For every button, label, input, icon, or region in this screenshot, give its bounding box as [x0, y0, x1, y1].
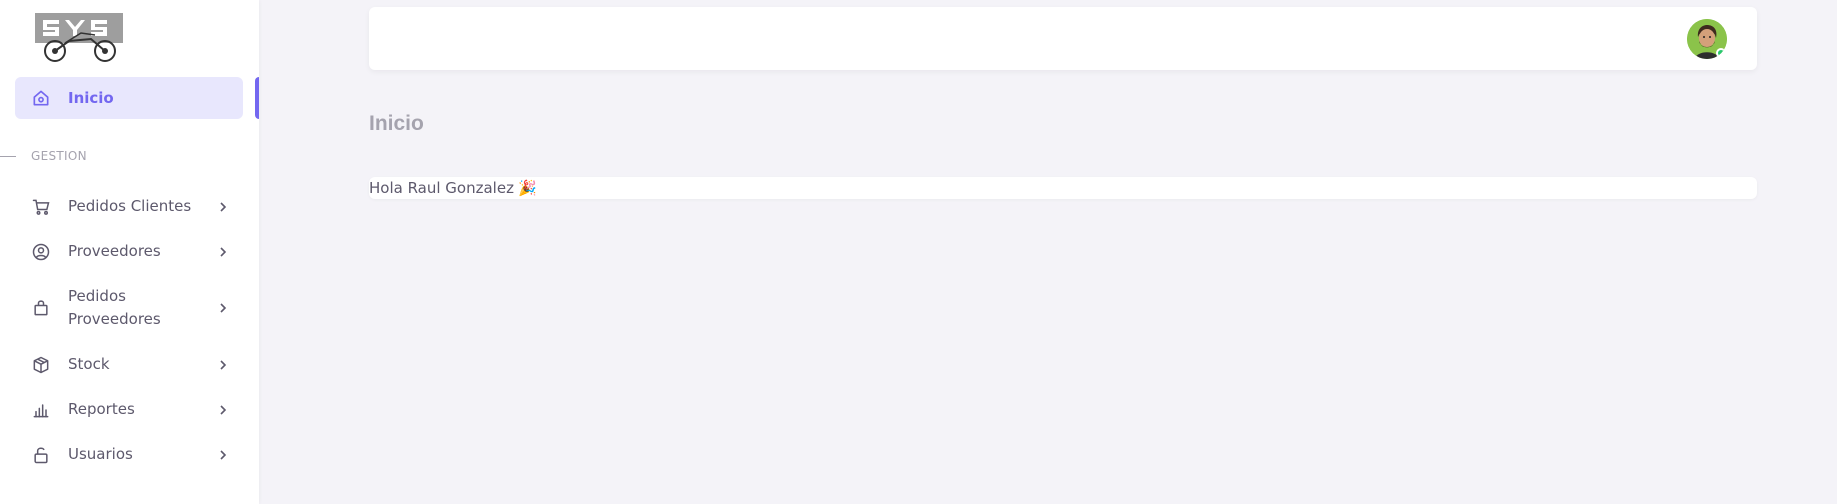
sidebar-item-inicio[interactable]: Inicio: [15, 77, 243, 119]
chevron-right-icon: [215, 447, 231, 463]
bar-chart-icon: [30, 399, 52, 421]
sidebar-item-label: Inicio: [68, 88, 114, 107]
sidebar-item-proveedores[interactable]: Proveedores: [15, 240, 243, 263]
top-navbar: [369, 7, 1757, 70]
section-divider: [0, 155, 16, 157]
lock-open-icon: [30, 444, 52, 466]
active-indicator: [255, 77, 259, 119]
greeting-text: Hola Raul Gonzalez: [369, 179, 514, 197]
sidebar-item-label: Stock: [68, 355, 110, 373]
section-label: GESTION: [31, 149, 87, 163]
chevron-right-icon: [215, 357, 231, 373]
sidebar-item-stock[interactable]: Stock: [15, 353, 243, 376]
party-popper-icon: 🎉: [517, 179, 537, 197]
box-icon: [30, 354, 52, 376]
user-circle-icon: [30, 241, 52, 263]
sidebar-item-pedidos-proveedores[interactable]: Pedidos Proveedores: [15, 285, 243, 331]
user-avatar[interactable]: [1687, 19, 1727, 59]
home-icon: [30, 87, 52, 109]
sidebar-item-reportes[interactable]: Reportes: [15, 398, 243, 421]
cart-icon: [30, 196, 52, 218]
sidebar-item-usuarios[interactable]: Usuarios: [15, 443, 243, 466]
sidebar-item-label: Proveedores: [68, 242, 161, 260]
greeting-card: Hola Raul Gonzalez 🎉: [369, 177, 1757, 199]
shopping-bag-icon: [30, 297, 52, 319]
sidebar-item-label: Usuarios: [68, 445, 133, 463]
chevron-right-icon: [215, 300, 231, 316]
chevron-right-icon: [215, 199, 231, 215]
online-status-dot: [1716, 48, 1726, 58]
sidebar-item-pedidos-clientes[interactable]: Pedidos Clientes: [15, 195, 243, 218]
sidebar-item-label: Pedidos Clientes: [68, 197, 192, 215]
chevron-right-icon: [215, 244, 231, 260]
sidebar: Inicio GESTION Pedidos Clientes Proveedo…: [0, 0, 259, 504]
chevron-right-icon: [215, 402, 231, 418]
section-header-gestion: GESTION: [0, 147, 259, 165]
sidebar-item-label: Pedidos Proveedores: [68, 287, 161, 328]
sidebar-item-label: Reportes: [68, 400, 135, 418]
page-title: Inicio: [369, 112, 424, 135]
app-logo[interactable]: [35, 13, 123, 65]
